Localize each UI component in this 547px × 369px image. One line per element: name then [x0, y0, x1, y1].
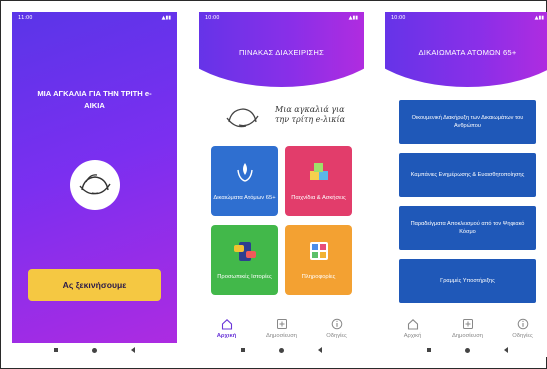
add-post-icon — [462, 319, 473, 329]
status-bar: 11:00 ▲▮▮ — [12, 12, 177, 24]
android-nav-bar — [12, 343, 177, 357]
logo-text-line-2: την τρίτη e-λικία — [275, 115, 346, 124]
phone-rights-screen: 10:00 ▲▮▮ ΔΙΚΑΙΩΜΑΤΑ ΑΤΟΜΩΝ 65+ Οικουμεν… — [385, 12, 547, 357]
status-bar: 10:00 ▲▮▮ — [199, 12, 364, 24]
page-title: ΔΙΚΑΙΩΜΑΤΑ ΑΤΟΜΩΝ 65+ — [418, 48, 517, 57]
nav-post[interactable]: Δημοσίευση — [443, 318, 493, 339]
android-nav-bar — [199, 343, 364, 357]
signal-battery-icon: ▲▮▮ — [348, 15, 358, 21]
recents-icon[interactable] — [241, 348, 245, 352]
phone-splash-screen: 11:00 ▲▮▮ ΜΙΑ ΑΓΚΑΛΙΑ ΓΙΑ ΤΗΝ ΤΡΙΤΗ e-ΑΙ… — [12, 12, 177, 357]
bottom-navigation: Αρχική Δημοσίευση Οδηγίες — [385, 314, 547, 342]
nav-home-label: Αρχική — [403, 333, 422, 339]
bottom-navigation: Αρχική Δημοσίευση Οδηγίες — [199, 314, 364, 342]
nav-post[interactable]: Δημοσίευση — [257, 318, 307, 339]
recents-icon[interactable] — [427, 348, 431, 352]
tile-label: Δικαιώματα Ατόμων 65+ — [213, 195, 276, 201]
status-time: 11:00 — [18, 15, 33, 21]
back-icon[interactable] — [131, 347, 135, 353]
nav-post-label: Δημοσίευση — [265, 333, 298, 339]
info-icon — [517, 318, 528, 330]
hug-logo-icon — [226, 108, 259, 128]
status-time: 10:00 — [205, 15, 220, 21]
tile-games[interactable]: Παιχνίδια & Ασκήσεις — [285, 146, 352, 216]
status-bar: 10:00 ▲▮▮ — [385, 12, 547, 24]
recents-icon[interactable] — [54, 348, 58, 352]
tile-info[interactable]: Πληροφορίες — [285, 225, 352, 295]
nav-post-label: Δημοσίευση — [451, 333, 484, 339]
info-grid-icon — [310, 242, 328, 260]
tile-label: Παιχνίδια & Ασκήσεις — [291, 195, 346, 201]
tile-label: Πληροφορίες — [301, 274, 336, 280]
logo-text: Μια αγκαλιά για την τρίτη e-λικία — [275, 105, 345, 125]
signal-battery-icon: ▲▮▮ — [161, 15, 171, 21]
app-logo: Μια αγκαλιά για την τρίτη e-λικία — [221, 98, 346, 138]
logo-text-line-1: Μια αγκαλιά για — [275, 105, 345, 114]
nav-home[interactable]: Αρχική — [202, 318, 252, 339]
nav-instructions[interactable]: Οδηγίες — [312, 318, 362, 339]
status-time: 10:00 — [391, 15, 406, 21]
start-button[interactable]: Ας ξεκινήσουμε — [28, 269, 161, 301]
nav-instructions[interactable]: Οδηγίες — [498, 318, 547, 339]
button-digital-exclusion[interactable]: Παραδείγματα Αποκλεισμού από τον Ψηφιακό… — [399, 206, 536, 250]
tile-rights[interactable]: Δικαιώματα Ατόμων 65+ — [211, 146, 278, 216]
home-icon — [221, 319, 232, 330]
android-nav-bar — [385, 343, 547, 357]
button-declaration[interactable]: Οικουμενική Διακήρυξη των Δικαιωμάτων το… — [399, 100, 536, 144]
back-icon[interactable] — [504, 347, 508, 353]
home-circle-icon[interactable] — [92, 347, 97, 353]
button-support-lines[interactable]: Γραμμές Υποστήριξης — [399, 259, 536, 303]
page-title: ΠΙΝΑΚΑΣ ΔΙΑΧΕΙΡΙΣΗΣ — [239, 48, 324, 57]
splash-title: ΜΙΑ ΑΓΚΑΛΙΑ ΓΙΑ ΤΗΝ ΤΡΙΤΗ e-ΑΙΚΙΑ — [37, 89, 152, 110]
tile-stories[interactable]: Προσωπικές Ιστορίες — [211, 225, 278, 295]
info-icon — [331, 318, 342, 330]
hug-logo-icon — [70, 160, 120, 210]
home-circle-icon[interactable] — [465, 347, 470, 353]
chat-phone-icon — [234, 242, 256, 261]
nav-instructions-label: Οδηγίες — [326, 333, 347, 339]
home-icon — [407, 319, 418, 330]
phone-dashboard-screen: 10:00 ▲▮▮ ΠΙΝΑΚΑΣ ΔΙΑΧΕΙΡΙΣΗΣ Μια αγκαλι… — [199, 12, 364, 357]
nav-instructions-label: Οδηγίες — [512, 333, 533, 339]
back-icon[interactable] — [318, 347, 322, 353]
signal-battery-icon: ▲▮▮ — [534, 15, 544, 21]
add-post-icon — [276, 319, 287, 329]
flame-laurel-icon — [237, 163, 253, 182]
nav-home[interactable]: Αρχική — [388, 318, 438, 339]
button-campaigns[interactable]: Καμπάνιες Ενημέρωσης & Ευαισθητοποίησης — [399, 153, 536, 197]
home-circle-icon[interactable] — [279, 347, 284, 353]
tile-label: Προσωπικές Ιστορίες — [217, 274, 272, 280]
nav-home-label: Αρχική — [216, 333, 237, 339]
cubes-icon — [310, 163, 328, 180]
